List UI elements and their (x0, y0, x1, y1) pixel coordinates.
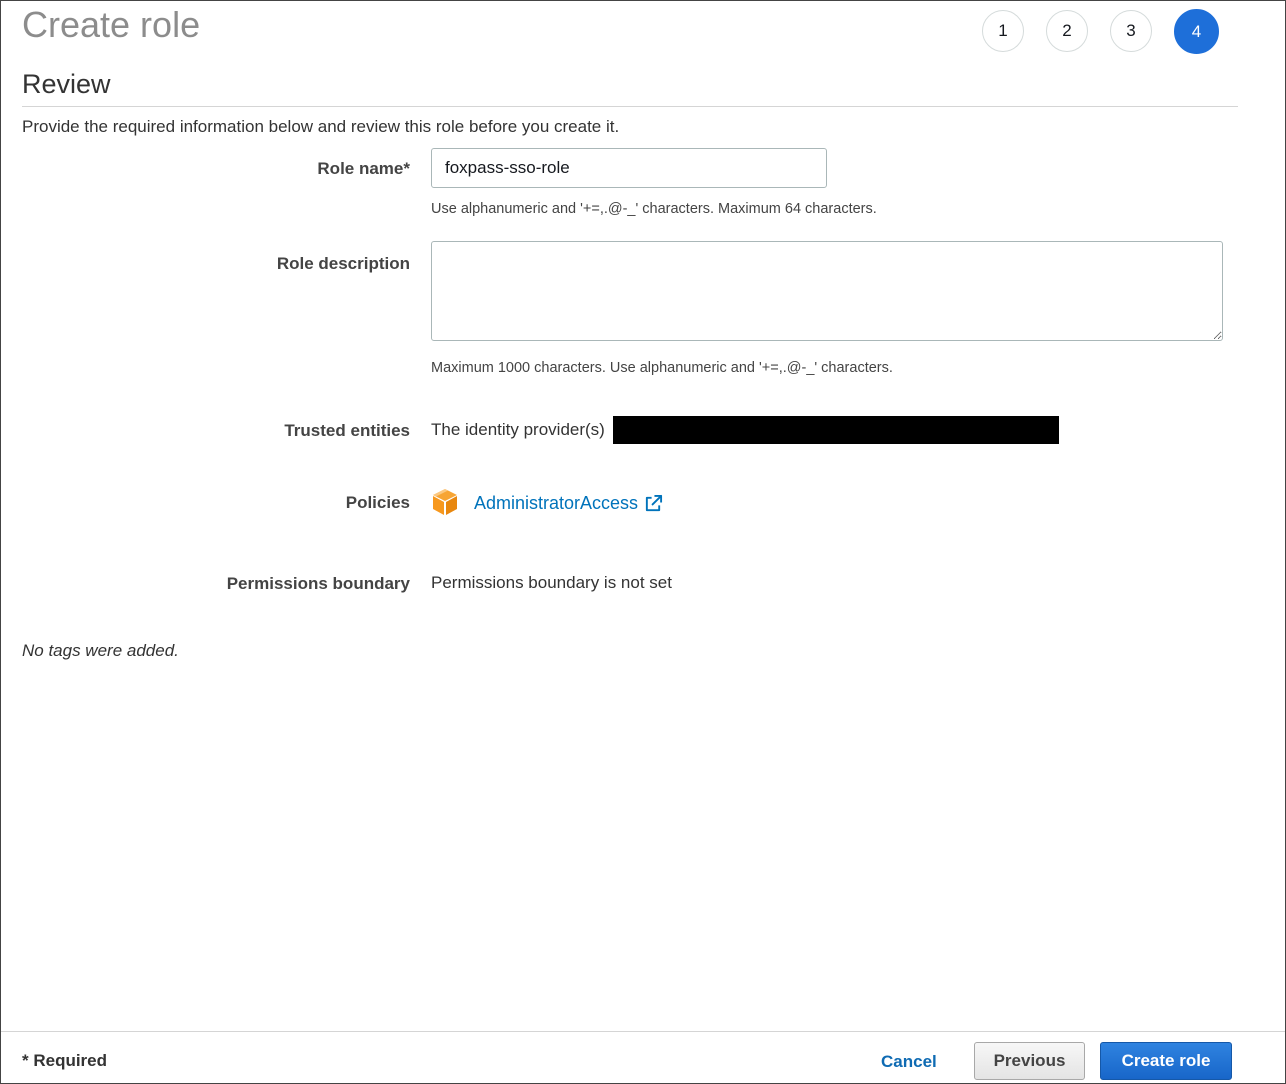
external-link-icon[interactable] (644, 494, 663, 513)
step-2[interactable]: 2 (1046, 10, 1088, 52)
section-title: Review (22, 69, 111, 99)
wizard-steps: 1 2 3 4 (982, 9, 1219, 54)
section-divider (22, 106, 1238, 107)
redacted-block (613, 416, 1059, 444)
step-1[interactable]: 1 (982, 10, 1024, 52)
footer-divider (1, 1031, 1285, 1032)
permissions-boundary-value: Permissions boundary is not set (431, 573, 672, 592)
intro-text: Provide the required information below a… (22, 117, 620, 136)
no-tags-text: No tags were added. (22, 641, 179, 660)
create-role-wizard: Create role 1 2 3 4 Review Provide the r… (0, 0, 1286, 1084)
page-title: Create role (22, 4, 201, 45)
required-note: * Required (22, 1051, 108, 1070)
permissions-boundary-label: Permissions boundary (226, 574, 410, 593)
role-name-input[interactable] (431, 148, 827, 188)
create-role-button[interactable]: Create role (1100, 1042, 1232, 1080)
role-description-textarea[interactable] (431, 241, 1223, 341)
step-4-active[interactable]: 4 (1174, 9, 1219, 54)
policies-label: Policies (345, 493, 410, 512)
role-description-hint: Maximum 1000 characters. Use alphanumeri… (431, 360, 893, 376)
role-name-hint: Use alphanumeric and '+=,.@-_' character… (431, 201, 877, 217)
policy-cube-icon (433, 489, 457, 515)
trusted-entities-label: Trusted entities (284, 421, 410, 440)
previous-button[interactable]: Previous (974, 1042, 1085, 1080)
step-3[interactable]: 3 (1110, 10, 1152, 52)
policy-link-administratoraccess[interactable]: AdministratorAccess (474, 493, 638, 514)
role-description-label: Role description (276, 254, 410, 273)
role-name-label: Role name* (317, 159, 410, 178)
trusted-entities-value: The identity provider(s) (431, 420, 605, 439)
cancel-button[interactable]: Cancel (870, 1045, 948, 1079)
